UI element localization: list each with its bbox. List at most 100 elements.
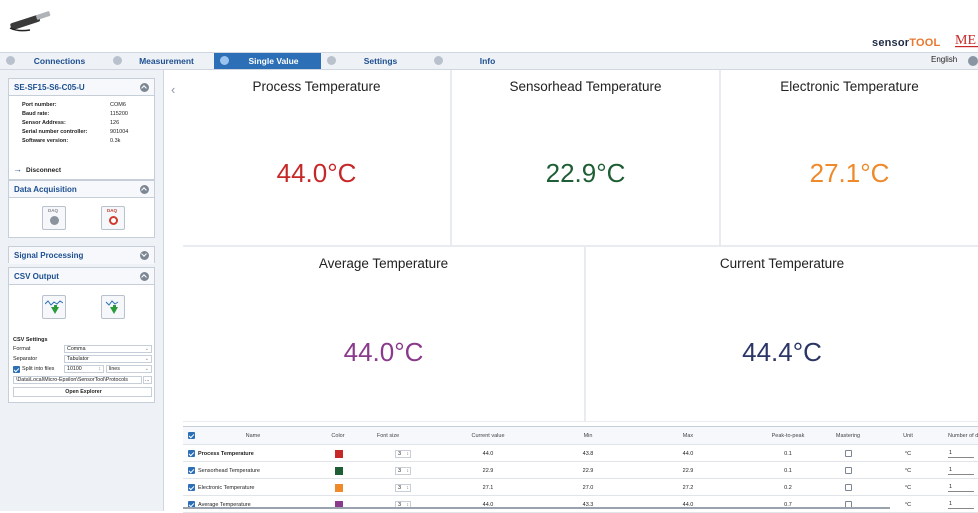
panel-title: Data Acquisition xyxy=(14,184,77,194)
tab-single-value[interactable]: Single Value xyxy=(214,53,321,69)
tile-title: Process Temperature xyxy=(252,79,381,94)
split-files-checkbox[interactable] xyxy=(13,366,20,373)
open-explorer-label: Open Explorer xyxy=(65,389,102,395)
open-explorer-button[interactable]: Open Explorer xyxy=(13,387,152,397)
format-select[interactable]: Comma ⌄ xyxy=(64,345,152,353)
font-size-stepper[interactable]: 3 xyxy=(395,467,411,475)
min-value: 27.0 xyxy=(582,485,594,491)
sidebar: SE-SF15-S6-C05-U Port number: COM6 Baud r… xyxy=(0,70,164,511)
color-swatch[interactable] xyxy=(335,450,343,458)
sensor-name: SE-SF15-S6-C05-U xyxy=(14,82,85,92)
info-key: Baud rate: xyxy=(22,111,50,117)
split-unit-select[interactable]: lines ⌄ xyxy=(106,365,152,373)
tile-current-temperature: Current Temperature 44.4°C xyxy=(586,247,978,421)
separator-label: Separator xyxy=(13,356,38,362)
col-header: Name xyxy=(245,433,261,439)
info-icon xyxy=(434,56,443,65)
color-swatch[interactable] xyxy=(335,467,343,475)
values-table: Name Color Font size Current value Min M… xyxy=(183,426,978,513)
chevron-left-icon[interactable]: ‹ xyxy=(171,82,175,97)
col-header: Unit xyxy=(903,433,913,439)
col-header: Min xyxy=(583,433,593,439)
tab-settings[interactable]: Settings xyxy=(321,53,428,69)
signal-processing-panel[interactable]: Signal Processing xyxy=(8,246,155,264)
daq-start-button[interactable]: DAQ xyxy=(42,206,66,230)
panel-header: Data Acquisition xyxy=(9,181,154,198)
color-swatch[interactable] xyxy=(335,484,343,492)
digits-input[interactable]: 1 xyxy=(948,450,974,458)
row-name: Sensorhead Temperature xyxy=(198,468,260,474)
separator-select[interactable]: Tabulator ⌄ xyxy=(64,355,152,363)
font-size-value: 3 xyxy=(398,485,402,491)
disconnect-button[interactable]: → Disconnect xyxy=(13,164,61,174)
row-checkbox[interactable] xyxy=(188,484,195,491)
collapse-icon[interactable] xyxy=(140,271,149,281)
min-value: 43.8 xyxy=(582,451,594,457)
digits-input[interactable]: 1 xyxy=(948,484,974,492)
row-checkbox[interactable] xyxy=(188,450,195,457)
chevron-down-icon[interactable] xyxy=(968,56,978,66)
chevron-down-icon: ⌄ xyxy=(144,346,149,352)
language-selector[interactable]: English xyxy=(931,55,957,64)
current-value: 22.9 xyxy=(482,468,494,474)
play-icon xyxy=(50,216,59,225)
table-row: Process Temperature 3 44.0 43.8 44.0 0.1… xyxy=(183,446,978,462)
path-field[interactable]: \Data\Local\Micro-Epsilon\SensorTool\Pro… xyxy=(13,376,142,384)
info-key: Port number: xyxy=(22,102,57,108)
digits-input[interactable]: 1 xyxy=(948,467,974,475)
split-unit: lines xyxy=(109,366,120,372)
split-count-stepper[interactable]: 10100 ↕ xyxy=(64,365,104,373)
logo-text: ME xyxy=(955,33,976,48)
col-header: Font size xyxy=(376,433,400,439)
csv-export-button[interactable] xyxy=(42,295,66,319)
tab-label: Single Value xyxy=(248,56,299,66)
info-key: Sensor Address: xyxy=(22,120,66,126)
tile-average-temperature: Average Temperature 44.0°C xyxy=(183,247,584,421)
mastering-checkbox[interactable] xyxy=(845,467,852,474)
tab-measurement[interactable]: Measurement xyxy=(107,53,214,69)
browse-button[interactable]: ... xyxy=(143,376,152,384)
tile-value: 44.0°C xyxy=(343,337,424,367)
split-label: Split into files xyxy=(22,366,55,372)
panel-header: CSV Output xyxy=(9,268,154,285)
chevron-down-icon: ⌄ xyxy=(144,366,149,372)
download-arrow-icon xyxy=(51,307,59,314)
connections-icon xyxy=(6,56,15,65)
tab-label: Settings xyxy=(363,56,398,66)
current-value: 27.1 xyxy=(482,485,494,491)
col-header: Color xyxy=(331,433,345,439)
tab-info[interactable]: Info xyxy=(428,53,535,69)
mastering-checkbox[interactable] xyxy=(845,450,852,457)
font-size-stepper[interactable]: 3 xyxy=(395,450,411,458)
csv-output-panel: CSV Output CSV Settings Format Comma ⌄ Se… xyxy=(8,267,155,403)
panel-title: CSV Output xyxy=(14,271,59,281)
max-value: 22.9 xyxy=(682,468,694,474)
col-header: Current value xyxy=(471,433,505,439)
panel-title: Signal Processing xyxy=(14,251,84,260)
csv-settings-label: CSV Settings xyxy=(13,337,48,343)
unit: °C xyxy=(904,451,912,457)
collapse-icon[interactable] xyxy=(140,82,149,92)
font-size-value: 3 xyxy=(398,451,402,457)
daq-record-button[interactable]: DAQ xyxy=(101,206,125,230)
table-row: Electronic Temperature 3 27.1 27.0 27.2 … xyxy=(183,480,978,496)
tab-connections[interactable]: Connections xyxy=(0,53,107,69)
mastering-checkbox[interactable] xyxy=(845,484,852,491)
font-size-stepper[interactable]: 3 xyxy=(395,484,411,492)
font-size-value: 3 xyxy=(398,468,402,474)
sensortool-brand: sensorTOOL xyxy=(872,37,940,49)
csv-export-selection-button[interactable] xyxy=(101,295,125,319)
info-value: 0.3k xyxy=(110,138,121,144)
horizontal-scrollbar[interactable] xyxy=(183,507,890,509)
digits-input[interactable]: 1 xyxy=(948,501,974,509)
measurement-icon xyxy=(113,56,122,65)
row-checkbox[interactable] xyxy=(188,467,195,474)
select-all-checkbox[interactable] xyxy=(188,432,195,439)
expand-icon[interactable] xyxy=(140,251,149,260)
collapse-icon[interactable] xyxy=(140,184,149,194)
sensor-info-grid: Port number: COM6 Baud rate: 115200 Sensor… xyxy=(9,96,154,145)
separator-value: Tabulator xyxy=(67,356,89,362)
sensor-info-panel: SE-SF15-S6-C05-U Port number: COM6 Baud r… xyxy=(8,78,155,180)
tile-title: Electronic Temperature xyxy=(780,79,919,94)
col-header: Max xyxy=(682,433,694,439)
